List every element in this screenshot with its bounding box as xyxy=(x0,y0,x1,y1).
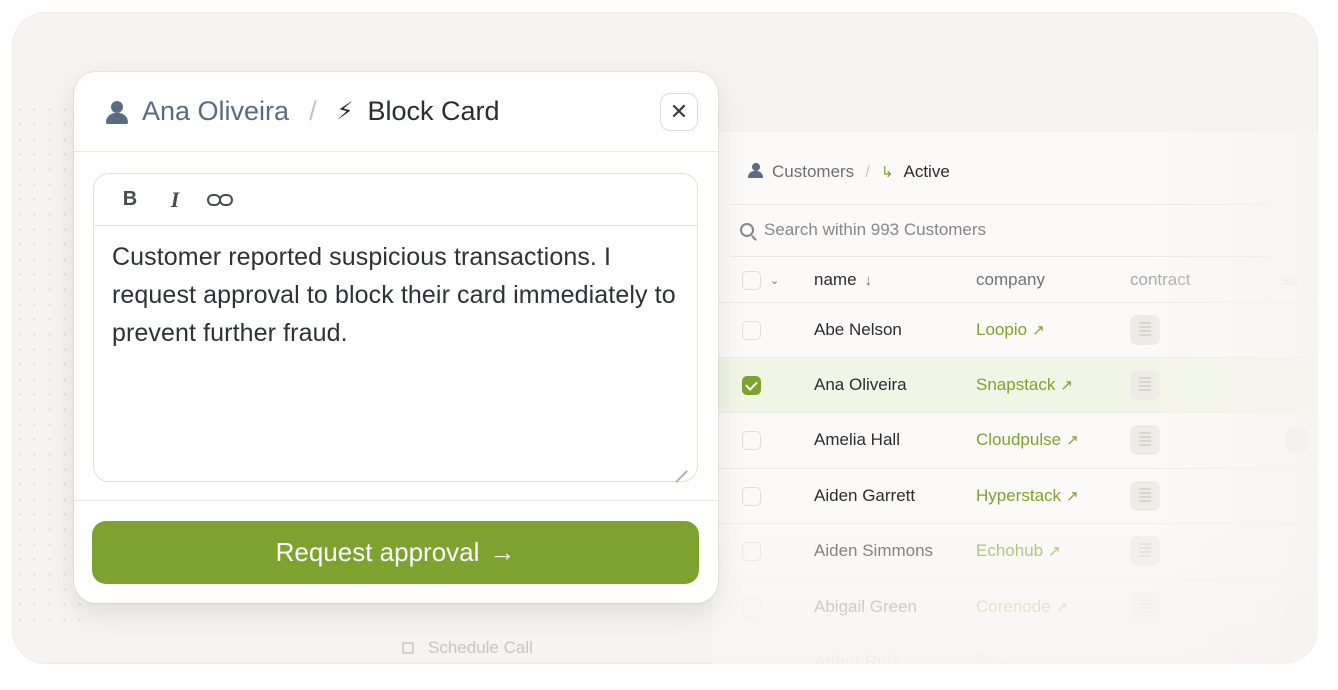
table-breadcrumb: Customers / ↳ Active xyxy=(747,162,950,182)
external-link-icon: ↗ xyxy=(1032,322,1045,339)
table-row[interactable]: Aiden Simmons Echohub ↗ xyxy=(712,523,1318,578)
divider xyxy=(730,204,1270,205)
link-icon xyxy=(207,193,233,206)
breadcrumb-person[interactable]: Ana Oliveira xyxy=(142,96,289,127)
customer-table-panel: Customers / ↳ Active Search within 993 C… xyxy=(712,132,1318,664)
row-checkbox[interactable] xyxy=(742,375,761,395)
row-checkbox[interactable] xyxy=(742,541,761,561)
message-textarea[interactable]: Customer reported suspicious transaction… xyxy=(112,238,681,352)
dialog-header: Ana Oliveira / ⚡︎ Block Card ✕ xyxy=(74,72,718,152)
arrow-right-icon: → xyxy=(489,537,516,567)
customer-name: Ana Oliveira xyxy=(814,375,907,394)
company-link[interactable]: Flowstack ↗ xyxy=(976,652,1069,664)
row-checkbox[interactable] xyxy=(742,486,761,506)
contract-document-icon[interactable] xyxy=(1130,592,1160,622)
close-button[interactable]: ✕ xyxy=(660,93,698,131)
contract-document-icon[interactable] xyxy=(1130,536,1160,566)
avatar xyxy=(1284,427,1310,453)
divider xyxy=(730,256,1270,257)
chevron-down-icon[interactable]: ⌄ xyxy=(770,274,779,287)
table-row[interactable]: Abe Nelson Loopio ↗ xyxy=(712,302,1318,357)
search-field[interactable]: Search within 993 Customers xyxy=(740,220,986,240)
customer-name: Amelia Hall xyxy=(814,430,900,449)
column-header-name[interactable]: name ↓ xyxy=(814,270,872,290)
calendar-icon xyxy=(402,642,414,654)
company-link[interactable]: Echohub ↗ xyxy=(976,541,1061,561)
search-placeholder: Search within 993 Customers xyxy=(764,220,987,239)
block-card-dialog: Ana Oliveira / ⚡︎ Block Card ✕ B I Custo… xyxy=(74,72,718,603)
contract-document-icon[interactable] xyxy=(1130,481,1160,511)
column-header-extra[interactable]: su xyxy=(1282,272,1298,289)
avatar xyxy=(1284,594,1310,620)
request-approval-button[interactable]: Request approval → xyxy=(92,521,699,584)
contract-document-icon[interactable] xyxy=(1130,315,1160,345)
external-link-icon: ↗ xyxy=(1055,599,1069,616)
table-row[interactable]: Arthur Ruiz Flowstack ↗ xyxy=(712,634,1318,664)
close-icon: ✕ xyxy=(669,99,689,124)
external-link-icon: ↗ xyxy=(1048,543,1061,560)
company-link[interactable]: Snapstack ↗ xyxy=(976,375,1073,395)
schedule-call-label: Schedule Call xyxy=(428,638,533,657)
subdirectory-arrow-icon: ↳ xyxy=(880,164,894,181)
request-approval-label: Request approval xyxy=(275,537,480,567)
company-link[interactable]: Cloudpulse ↗ xyxy=(976,430,1079,450)
external-link-icon: ↗ xyxy=(1056,654,1070,664)
breadcrumb-separator: / xyxy=(865,162,870,181)
column-header-company[interactable]: company xyxy=(976,270,1045,290)
customer-name: Aiden Garrett xyxy=(814,486,916,505)
resize-handle[interactable] xyxy=(673,457,687,471)
external-link-icon: ↗ xyxy=(1060,377,1073,394)
formatting-toolbar: B I xyxy=(94,174,697,226)
divider xyxy=(74,500,718,501)
user-icon xyxy=(104,99,130,125)
table-header: ⌄ name ↓ company contract su xyxy=(712,258,1318,302)
customer-name: Aiden Simmons xyxy=(814,541,934,560)
breadcrumb-active: Active xyxy=(903,162,950,181)
table-row[interactable]: Aiden Garrett Hyperstack ↗ xyxy=(712,468,1318,523)
bolt-icon: ⚡︎ xyxy=(336,98,354,125)
breadcrumb-separator: / xyxy=(309,96,317,126)
table-row[interactable]: Ana Oliveira Snapstack ↗ xyxy=(712,357,1318,412)
column-header-contract[interactable]: contract xyxy=(1130,270,1190,290)
message-editor[interactable]: B I Customer reported suspicious transac… xyxy=(93,173,698,482)
dialog-title: Block Card xyxy=(367,96,500,126)
customer-name: Abe Nelson xyxy=(814,320,902,339)
bold-button[interactable]: B xyxy=(114,184,146,216)
row-checkbox[interactable] xyxy=(742,597,761,617)
row-checkbox[interactable] xyxy=(742,320,761,340)
contract-document-icon[interactable] xyxy=(1130,370,1160,400)
row-checkbox[interactable] xyxy=(742,652,761,664)
customer-name: Abigail Green xyxy=(814,597,918,616)
user-icon xyxy=(747,163,764,181)
external-link-icon: ↗ xyxy=(1066,488,1079,505)
external-link-icon: ↗ xyxy=(1066,432,1079,449)
table-row[interactable]: Amelia Hall Cloudpulse ↗ xyxy=(712,412,1318,467)
breadcrumb-customers[interactable]: Customers xyxy=(772,162,854,182)
contract-document-icon[interactable] xyxy=(1130,425,1160,455)
schedule-call-item[interactable]: Schedule Call xyxy=(402,638,533,658)
customer-name: Arthur Ruiz xyxy=(814,652,900,664)
company-link[interactable]: Corenode ↗ xyxy=(976,597,1068,617)
italic-button[interactable]: I xyxy=(159,184,191,216)
sort-down-icon: ↓ xyxy=(864,272,873,289)
select-all-checkbox[interactable] xyxy=(742,270,761,290)
link-button[interactable] xyxy=(204,184,236,216)
search-icon xyxy=(740,223,754,237)
table-row[interactable]: Abigail Green Corenode ↗ xyxy=(712,579,1318,634)
row-checkbox[interactable] xyxy=(742,430,761,450)
company-link[interactable]: Loopio ↗ xyxy=(976,320,1045,340)
company-link[interactable]: Hyperstack ↗ xyxy=(976,486,1079,506)
